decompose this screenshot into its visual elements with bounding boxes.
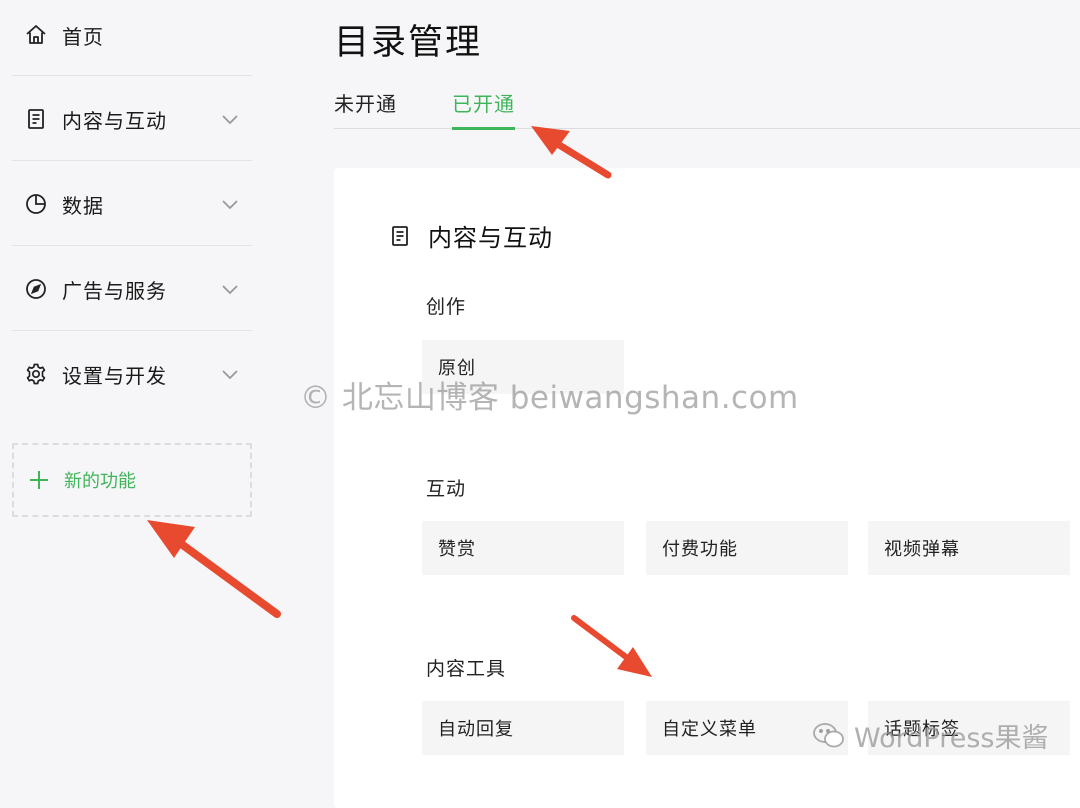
brand-watermark-text: WordPress果酱	[854, 723, 1049, 754]
annotation-arrow-new-feature-shape	[147, 520, 281, 618]
brand-watermark: WordPress果酱	[812, 716, 1048, 755]
annotation-arrow-tab-shape	[531, 126, 612, 179]
annotation-arrow-menu-shape	[571, 615, 652, 677]
wechat-logo-icon	[813, 722, 844, 747]
watermark: © 北忘山博客 beiwangshan.com	[300, 380, 799, 416]
